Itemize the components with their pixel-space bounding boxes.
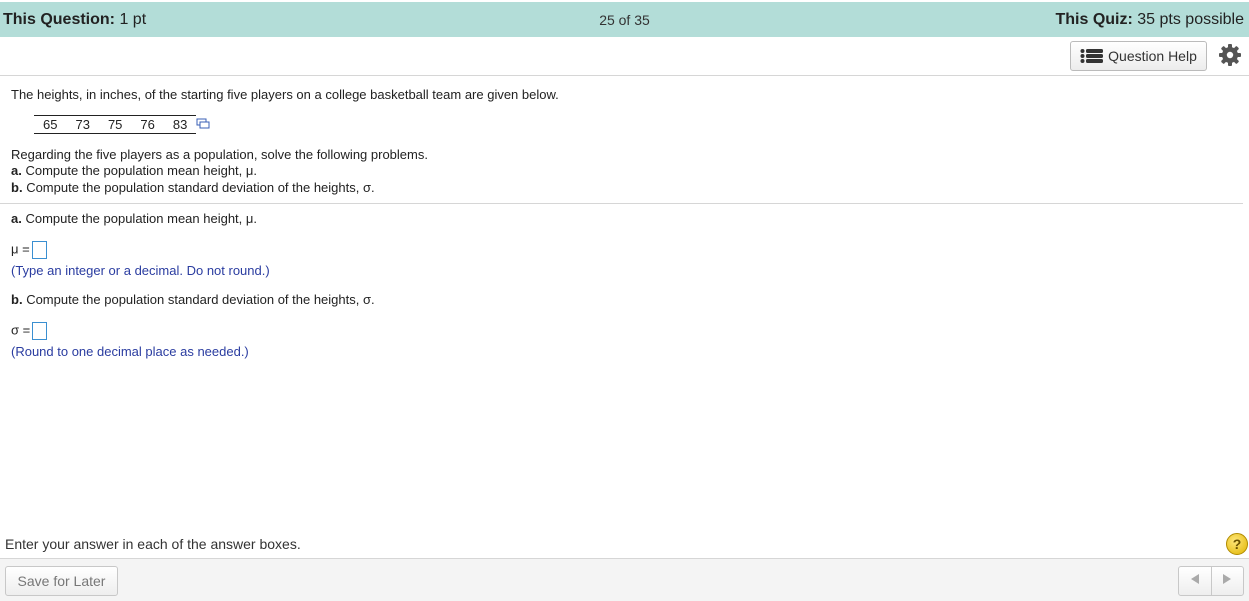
part-b-text: Compute the population standard deviatio… bbox=[26, 180, 375, 195]
bottom-bar: Save for Later bbox=[0, 558, 1249, 601]
table-cell: 73 bbox=[66, 115, 99, 134]
answer-b-text: Compute the population standard deviatio… bbox=[26, 292, 375, 307]
triangle-right-icon bbox=[1222, 572, 1232, 590]
answer-a-label: a. bbox=[11, 211, 22, 226]
answer-a-heading: a. Compute the population mean height, μ… bbox=[11, 211, 257, 226]
heights-table: 65 73 75 76 83 bbox=[34, 115, 197, 134]
triangle-left-icon bbox=[1190, 572, 1200, 590]
part-a-statement: a. Compute the population mean height, μ… bbox=[11, 163, 257, 178]
next-question-button[interactable] bbox=[1210, 567, 1244, 595]
table-row: 65 73 75 76 83 bbox=[34, 115, 197, 134]
part-a-label: a. bbox=[11, 163, 22, 178]
regarding-text: Regarding the five players as a populati… bbox=[11, 147, 428, 162]
section-divider bbox=[0, 203, 1243, 204]
list-icon bbox=[1080, 48, 1104, 64]
question-nav bbox=[1178, 566, 1244, 596]
sigma-answer-row: σ = bbox=[11, 322, 48, 340]
sigma-answer-box[interactable] bbox=[32, 322, 48, 340]
sigma-hint: (Round to one decimal place as needed.) bbox=[11, 344, 249, 359]
mu-hint: (Type an integer or a decimal. Do not ro… bbox=[11, 263, 270, 278]
help-question-icon[interactable]: ? bbox=[1226, 533, 1248, 555]
save-for-later-button[interactable]: Save for Later bbox=[5, 566, 118, 596]
table-cell: 76 bbox=[131, 115, 164, 134]
help-toolbar: Question Help bbox=[0, 37, 1249, 76]
table-cell: 65 bbox=[34, 115, 67, 134]
this-quiz-points: This Quiz: 35 pts possible bbox=[1055, 11, 1244, 29]
this-quiz-label: This Quiz: bbox=[1055, 11, 1133, 28]
answer-b-label: b. bbox=[11, 292, 23, 307]
table-cell: 83 bbox=[163, 115, 197, 134]
gear-icon[interactable] bbox=[1218, 43, 1242, 67]
mu-answer-box[interactable] bbox=[31, 241, 47, 259]
mu-prefix: μ = bbox=[11, 241, 30, 257]
question-intro: The heights, in inches, of the starting … bbox=[11, 87, 559, 102]
part-a-text: Compute the population mean height, μ. bbox=[25, 163, 257, 178]
sigma-prefix: σ = bbox=[11, 322, 31, 338]
footer-instruction: Enter your answer in each of the answer … bbox=[5, 536, 301, 552]
part-b-label: b. bbox=[11, 180, 23, 195]
mu-answer-row: μ = bbox=[11, 241, 47, 259]
table-cell: 75 bbox=[98, 115, 132, 134]
question-help-label: Question Help bbox=[1108, 48, 1197, 64]
answer-b-heading: b. Compute the population standard devia… bbox=[11, 292, 375, 307]
previous-question-button[interactable] bbox=[1179, 567, 1211, 595]
part-b-statement: b. Compute the population standard devia… bbox=[11, 180, 375, 195]
question-help-button[interactable]: Question Help bbox=[1070, 41, 1207, 71]
copy-data-icon[interactable] bbox=[196, 117, 210, 129]
this-quiz-value: 35 pts possible bbox=[1137, 11, 1244, 28]
quiz-header-bar: This Question: 1 pt 25 of 35 This Quiz: … bbox=[0, 2, 1249, 37]
answer-a-text: Compute the population mean height, μ. bbox=[25, 211, 257, 226]
